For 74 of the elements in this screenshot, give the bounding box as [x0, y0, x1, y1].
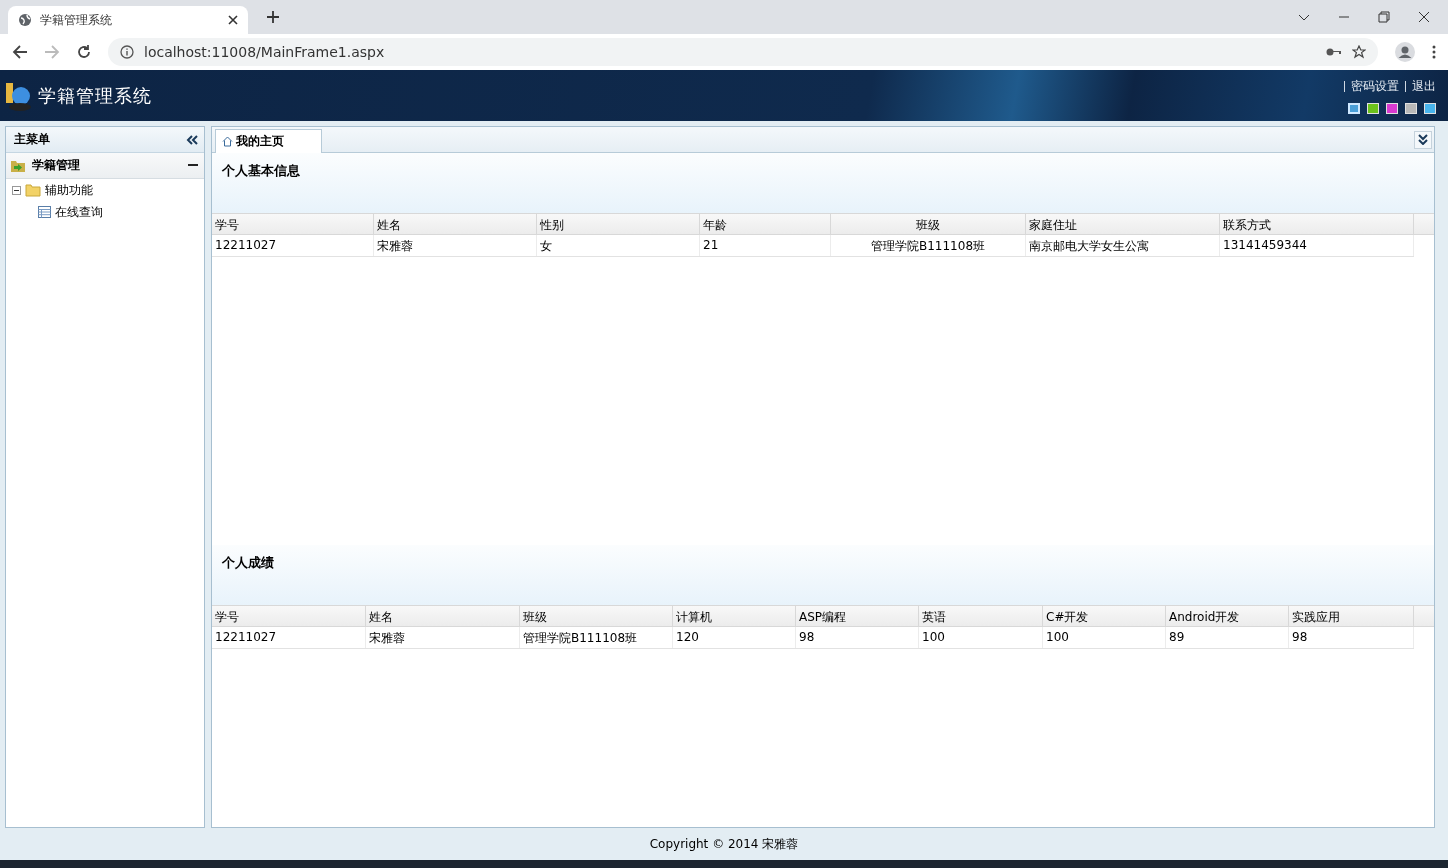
table-cell: 120	[673, 627, 796, 648]
table-cell: 管理学院B111108班	[520, 627, 673, 648]
table-cell: 21	[700, 235, 831, 256]
theme-swatch[interactable]	[1367, 102, 1379, 114]
minus-box-icon[interactable]	[12, 185, 21, 195]
minus-icon[interactable]	[188, 164, 198, 167]
globe-icon	[18, 13, 32, 27]
app-title: 学籍管理系统	[38, 83, 152, 108]
table-icon	[38, 206, 51, 218]
close-icon[interactable]	[228, 15, 238, 25]
column-header: C#开发	[1043, 606, 1166, 626]
table-cell: 宋雅蓉	[366, 627, 520, 648]
copyright-text: Copyright © 2014 宋雅蓉	[649, 835, 799, 853]
close-icon[interactable]	[1418, 11, 1430, 23]
table-cell: 13141459344	[1220, 235, 1414, 256]
table-cell: 宋雅蓉	[374, 235, 537, 256]
theme-swatch[interactable]	[1424, 102, 1436, 114]
column-header: 家庭住址	[1026, 214, 1220, 234]
table-cell: 管理学院B111108班	[831, 235, 1026, 256]
theme-swatch[interactable]	[1386, 102, 1398, 114]
column-header: 姓名	[374, 214, 537, 234]
restore-icon[interactable]	[1378, 11, 1390, 23]
more-icon[interactable]	[1432, 45, 1436, 59]
table-cell: 女	[537, 235, 700, 256]
reload-icon[interactable]	[76, 44, 92, 60]
menu-group-label: 学籍管理	[32, 157, 81, 174]
column-header: 计算机	[673, 606, 796, 626]
header-link[interactable]: 密码设置	[1351, 77, 1399, 95]
table-cell: 98	[1289, 627, 1414, 648]
back-icon[interactable]	[12, 44, 28, 60]
tab-list-button[interactable]	[1414, 130, 1432, 149]
folder-arrow-icon	[10, 158, 26, 173]
address-field[interactable]: localhost:11008/MainFrame1.aspx	[108, 38, 1378, 66]
tree-node[interactable]: 辅助功能	[6, 179, 204, 201]
table-cell: 12211027	[212, 235, 374, 256]
theme-swatch[interactable]	[1348, 102, 1360, 114]
column-header: 姓名	[366, 606, 520, 626]
url-text: localhost:11008/MainFrame1.aspx	[144, 44, 385, 60]
key-icon[interactable]	[1326, 47, 1342, 57]
table-cell: 100	[1043, 627, 1166, 648]
folder-icon	[25, 183, 41, 197]
header-link[interactable]: 退出	[1412, 77, 1436, 95]
column-header: 英语	[919, 606, 1043, 626]
page-tab[interactable]: 我的主页	[215, 129, 322, 153]
home-icon	[222, 136, 233, 147]
section-title: 个人基本信息	[222, 162, 300, 180]
column-header: 性别	[537, 214, 700, 234]
tree-leaf[interactable]: 在线查询	[6, 201, 204, 223]
menu-group[interactable]: 学籍管理	[6, 153, 204, 179]
column-header: 学号	[212, 606, 366, 626]
table-cell: 12211027	[212, 627, 366, 648]
column-header: 实践应用	[1289, 606, 1414, 626]
column-header: Android开发	[1166, 606, 1289, 626]
chevrons-down-icon	[1418, 134, 1428, 145]
column-header: 班级	[831, 214, 1026, 234]
column-header: 年龄	[700, 214, 831, 234]
table-cell: 南京邮电大学女生公寓	[1026, 235, 1220, 256]
collapse-icon[interactable]	[186, 134, 198, 145]
column-header: 学号	[212, 214, 374, 234]
column-header: 联系方式	[1220, 214, 1414, 234]
table-cell: 98	[796, 627, 919, 648]
star-icon[interactable]	[1352, 45, 1366, 59]
column-header: 班级	[520, 606, 673, 626]
tab-title: 学籍管理系统	[40, 11, 112, 29]
table-cell: 100	[919, 627, 1043, 648]
column-header: ASP编程	[796, 606, 919, 626]
theme-swatch[interactable]	[1405, 102, 1417, 114]
info-icon	[120, 45, 134, 59]
profile-icon[interactable]	[1394, 41, 1416, 63]
section-title: 个人成绩	[222, 554, 274, 572]
table-cell: 89	[1166, 627, 1289, 648]
browser-tab[interactable]: 学籍管理系统	[8, 6, 248, 34]
new-tab-icon[interactable]	[266, 10, 280, 24]
sidebar-title: 主菜单	[14, 131, 51, 148]
